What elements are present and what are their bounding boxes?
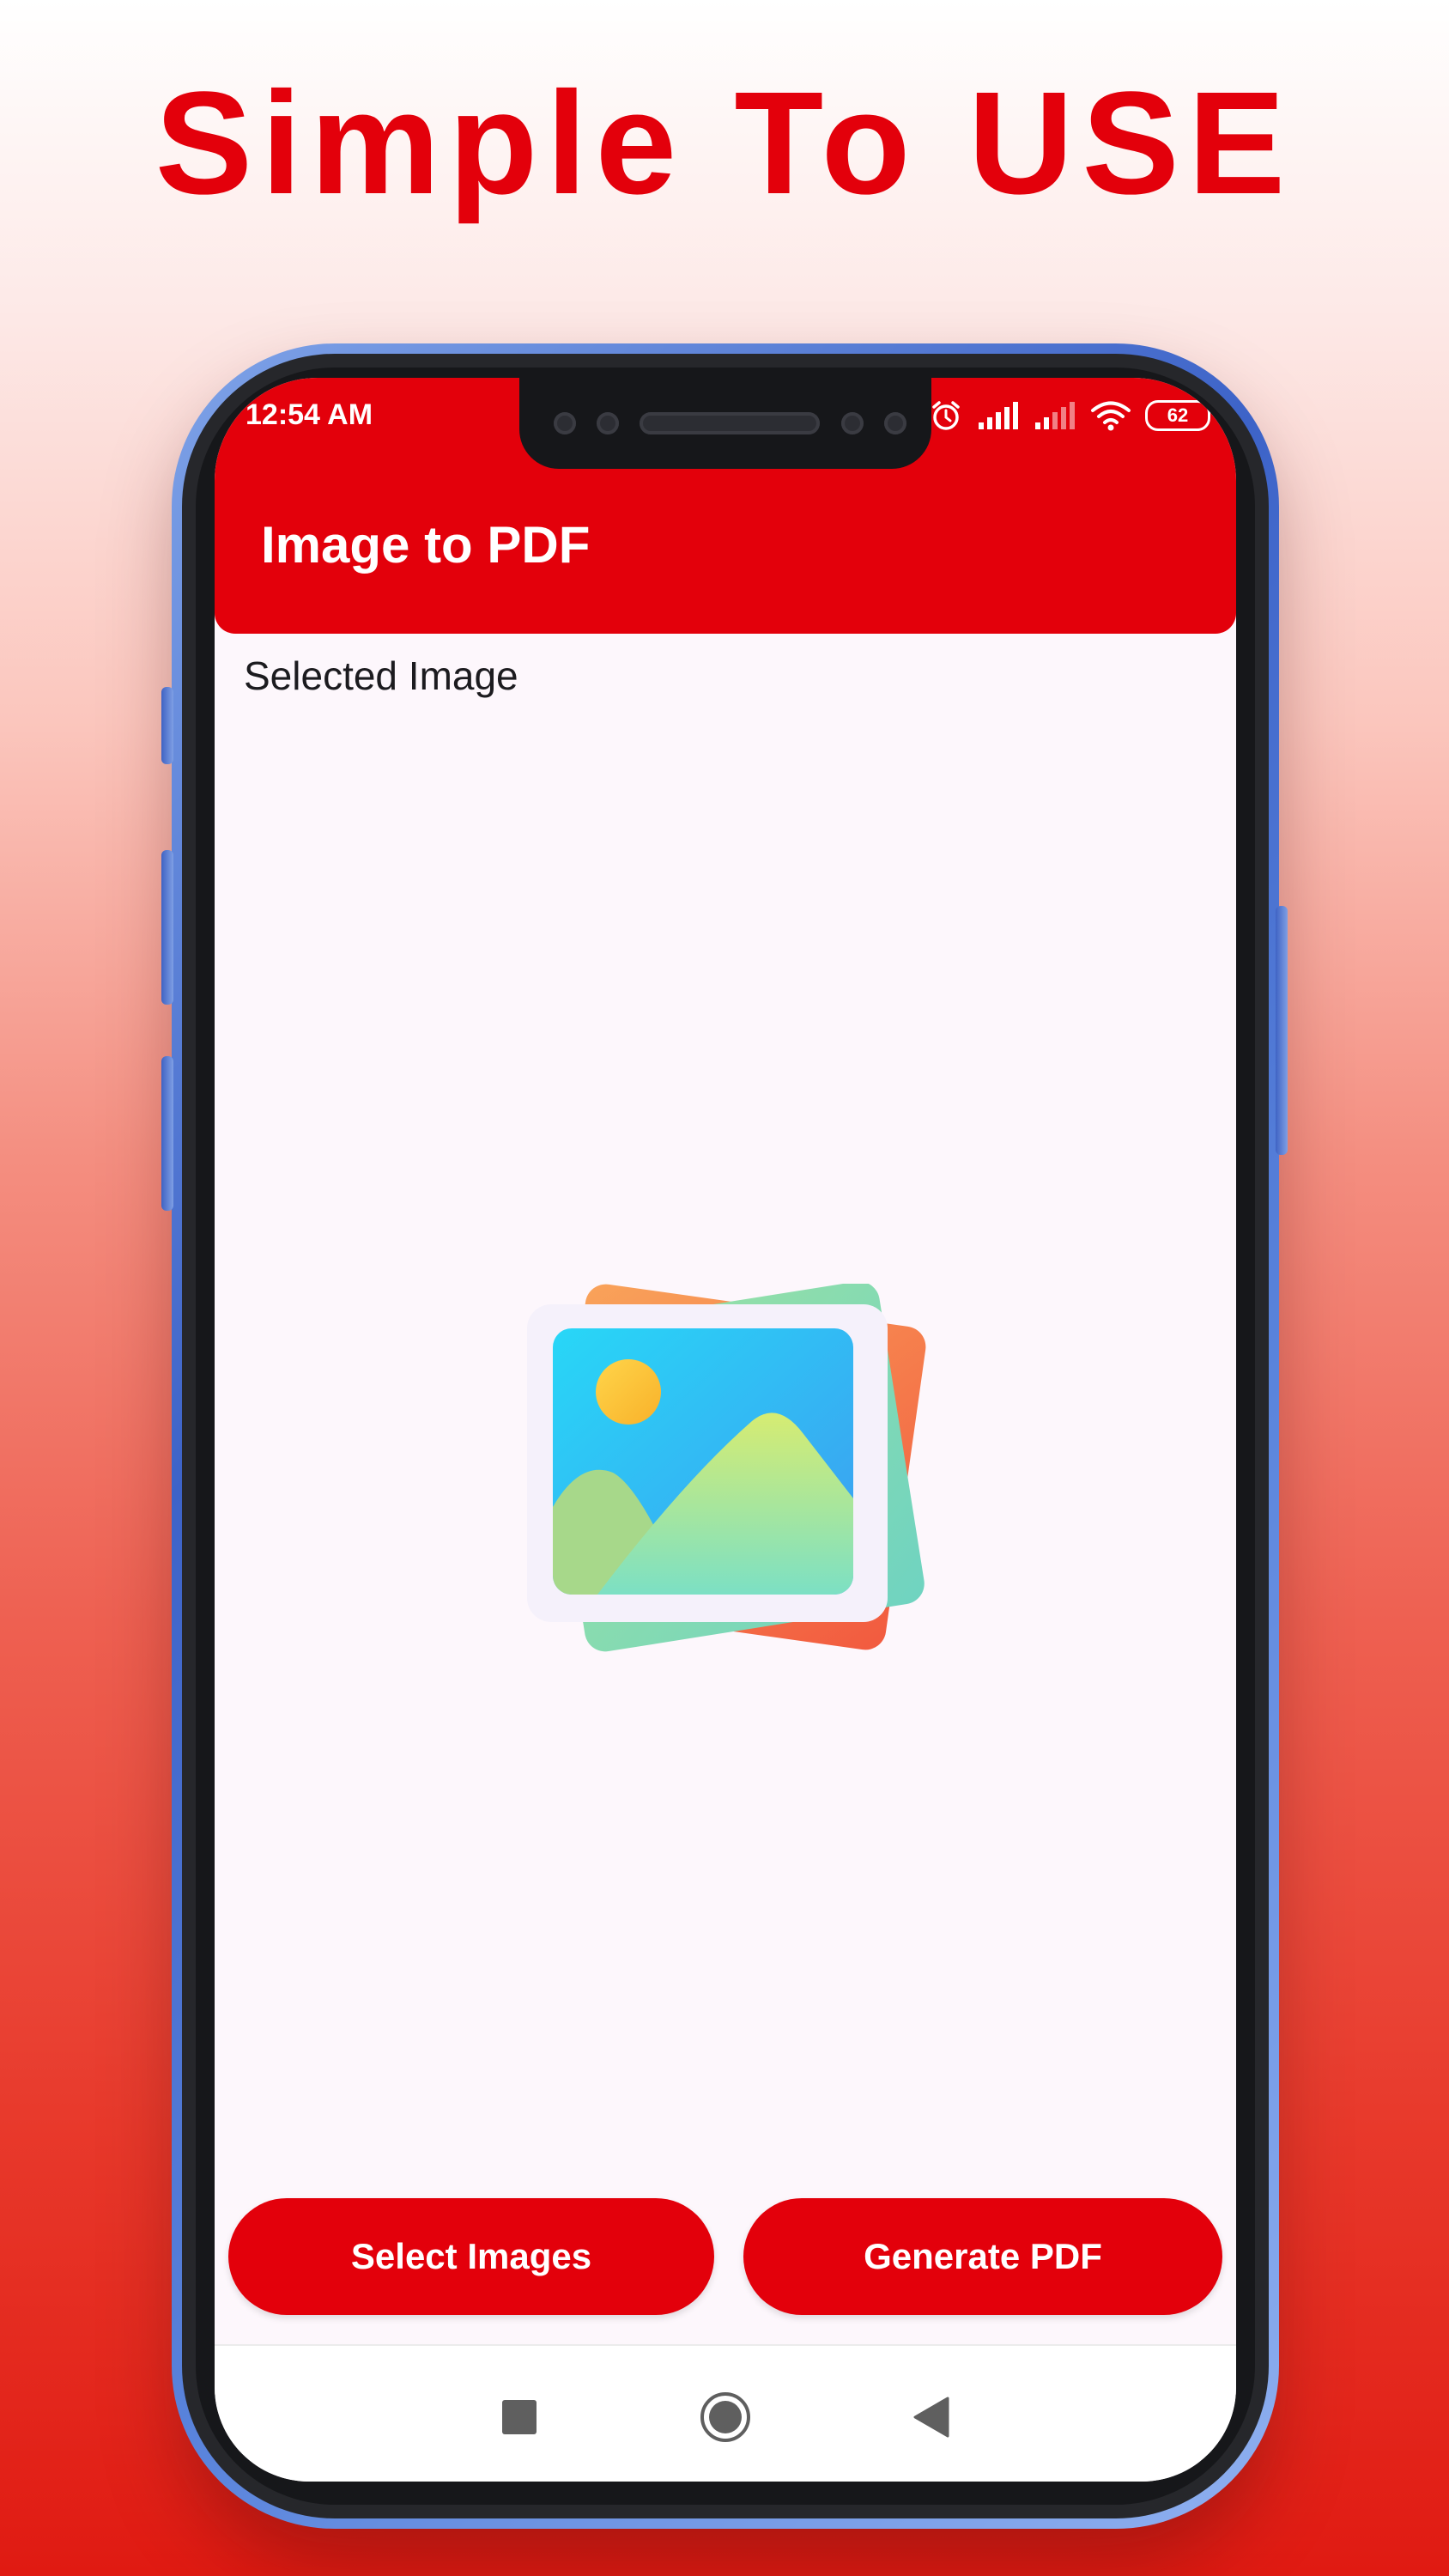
home-button[interactable] (695, 2387, 755, 2447)
app-bar: 12:54 AM 62 Image to PDF (215, 378, 1236, 634)
app-title: Image to PDF (261, 516, 591, 574)
recent-apps-icon (502, 2400, 537, 2434)
camera-notch (519, 378, 931, 469)
battery-level: 62 (1167, 404, 1189, 426)
generate-pdf-button[interactable]: Generate PDF (743, 2198, 1222, 2315)
front-camera (554, 412, 576, 434)
phone-screen: 12:54 AM 62 Image to PDF Selected Image … (215, 378, 1236, 2482)
signal-weak-icon (1035, 402, 1075, 429)
signal-icon (979, 402, 1018, 429)
proximity-sensor (597, 412, 619, 434)
phone-side-button (161, 687, 173, 764)
status-time: 12:54 AM (246, 398, 373, 431)
back-button[interactable] (901, 2387, 961, 2447)
phone-side-button (1276, 906, 1288, 1155)
back-icon (913, 2397, 949, 2438)
system-nav-bar (215, 2344, 1236, 2482)
phone-side-button (161, 1056, 173, 1211)
alarm-icon (932, 401, 960, 430)
promo-headline: Simple To USE (155, 62, 1294, 225)
status-icons: 62 (929, 397, 1210, 434)
phone-side-button (161, 850, 173, 1005)
select-images-button[interactable]: Select Images (228, 2198, 714, 2315)
selected-image-label: Selected Image (244, 653, 518, 698)
battery-icon: 62 (1145, 400, 1210, 431)
recent-apps-button[interactable] (489, 2387, 549, 2447)
earpiece-speaker (640, 412, 820, 434)
wifi-icon (1091, 401, 1131, 431)
home-icon (700, 2392, 750, 2442)
gallery-placeholder-icon (527, 1284, 926, 1652)
light-sensor (841, 412, 864, 434)
face-sensor (884, 412, 906, 434)
